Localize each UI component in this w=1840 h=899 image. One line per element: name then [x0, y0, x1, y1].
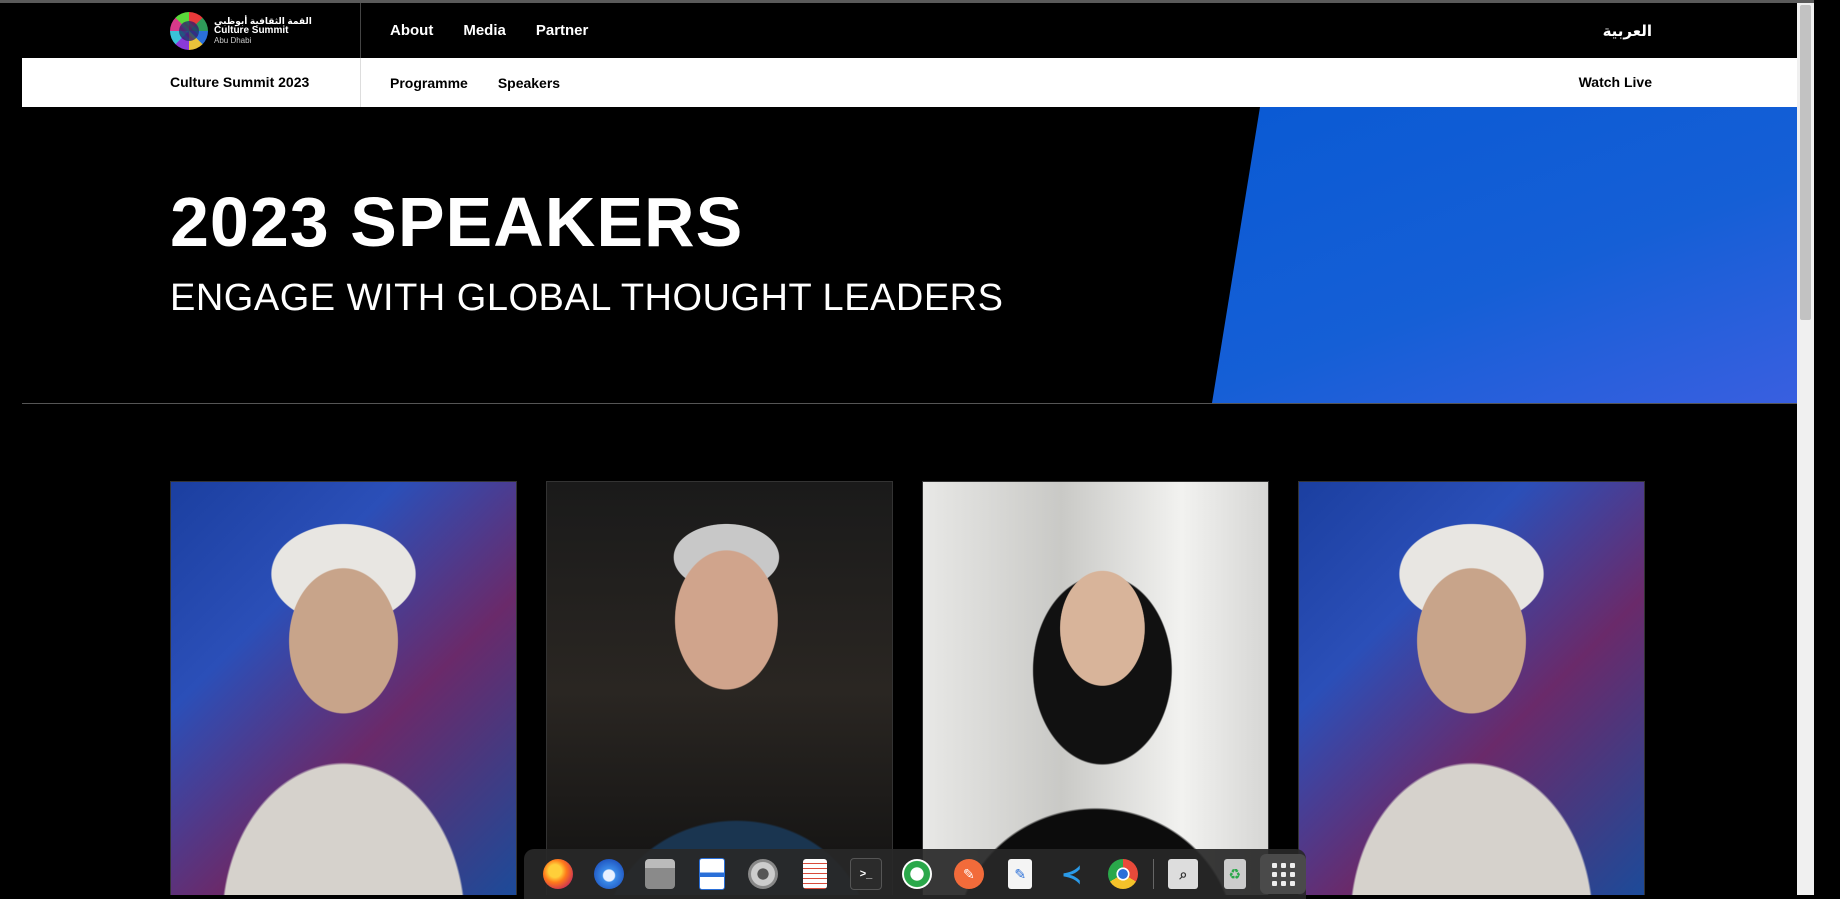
summit-title-link[interactable]: Culture Summit 2023 — [170, 74, 309, 90]
nav-partner[interactable]: Partner — [536, 22, 589, 39]
hero-accent-shape — [1212, 107, 1797, 403]
speaker-card[interactable] — [170, 481, 517, 895]
sub-navigation: Culture Summit 2023 Programme Speakers W… — [22, 58, 1797, 107]
remmina-icon[interactable] — [892, 853, 943, 895]
settings-icon[interactable] — [738, 853, 789, 895]
logo-text: القمة الثقافية أبوظبي Culture Summit Abu… — [214, 16, 312, 46]
speaker-card[interactable] — [1298, 481, 1645, 895]
dock-separator — [1152, 859, 1154, 889]
taskbar-dock: >_ ✎ ✎ ≺ ⌕ ♻ — [524, 849, 1306, 899]
subnav-speakers[interactable]: Speakers — [498, 75, 560, 91]
main-nav-links: About Media Partner — [390, 3, 588, 58]
files-icon[interactable] — [635, 853, 686, 895]
page-subtitle: ENGAGE WITH GLOBAL THOUGHT LEADERS — [170, 277, 1004, 319]
postman-icon[interactable]: ✎ — [943, 853, 994, 895]
vscode-icon[interactable]: ≺ — [1046, 853, 1097, 895]
speaker-card[interactable] — [922, 481, 1269, 895]
logo-english-text: Culture Summit — [214, 25, 289, 36]
show-apps-icon[interactable] — [1260, 854, 1306, 894]
hero-divider — [22, 403, 1797, 404]
writer-icon[interactable] — [686, 853, 737, 895]
text-editor-icon[interactable]: ✎ — [995, 853, 1046, 895]
speaker-card[interactable] — [546, 481, 893, 895]
screen-edge — [1814, 0, 1840, 895]
subnav-programme[interactable]: Programme — [390, 75, 468, 91]
scrollbar-thumb[interactable] — [1800, 5, 1811, 320]
web-page: القمة الثقافية أبوظبي Culture Summit Abu… — [22, 3, 1797, 895]
firefox-icon[interactable] — [532, 853, 583, 895]
logo-sub-text: Abu Dhabi — [214, 36, 252, 45]
terminal-icon[interactable]: >_ — [840, 853, 891, 895]
page-scrollbar[interactable] — [1797, 3, 1814, 895]
language-switch[interactable]: العربية — [1603, 22, 1652, 40]
watch-live-link[interactable]: Watch Live — [1579, 74, 1652, 90]
document-viewer-icon[interactable] — [789, 853, 840, 895]
chrome-icon[interactable] — [1097, 853, 1148, 895]
top-navigation: القمة الثقافية أبوظبي Culture Summit Abu… — [22, 3, 1797, 58]
trash-icon[interactable]: ♻ — [1209, 853, 1260, 895]
thunderbird-icon[interactable] — [583, 853, 634, 895]
page-title: 2023 SPEAKERS — [170, 183, 744, 261]
image-viewer-icon[interactable]: ⌕ — [1158, 853, 1209, 895]
nav-about[interactable]: About — [390, 22, 433, 39]
nav-divider — [360, 3, 361, 58]
nav-media[interactable]: Media — [463, 22, 506, 39]
culture-summit-logo-icon — [170, 12, 208, 50]
subnav-links: Programme Speakers — [390, 58, 560, 107]
site-logo[interactable]: القمة الثقافية أبوظبي Culture Summit Abu… — [170, 11, 312, 51]
hero-banner: 2023 SPEAKERS ENGAGE WITH GLOBAL THOUGHT… — [22, 107, 1797, 403]
speaker-grid — [170, 481, 1645, 895]
subnav-divider — [360, 58, 361, 107]
